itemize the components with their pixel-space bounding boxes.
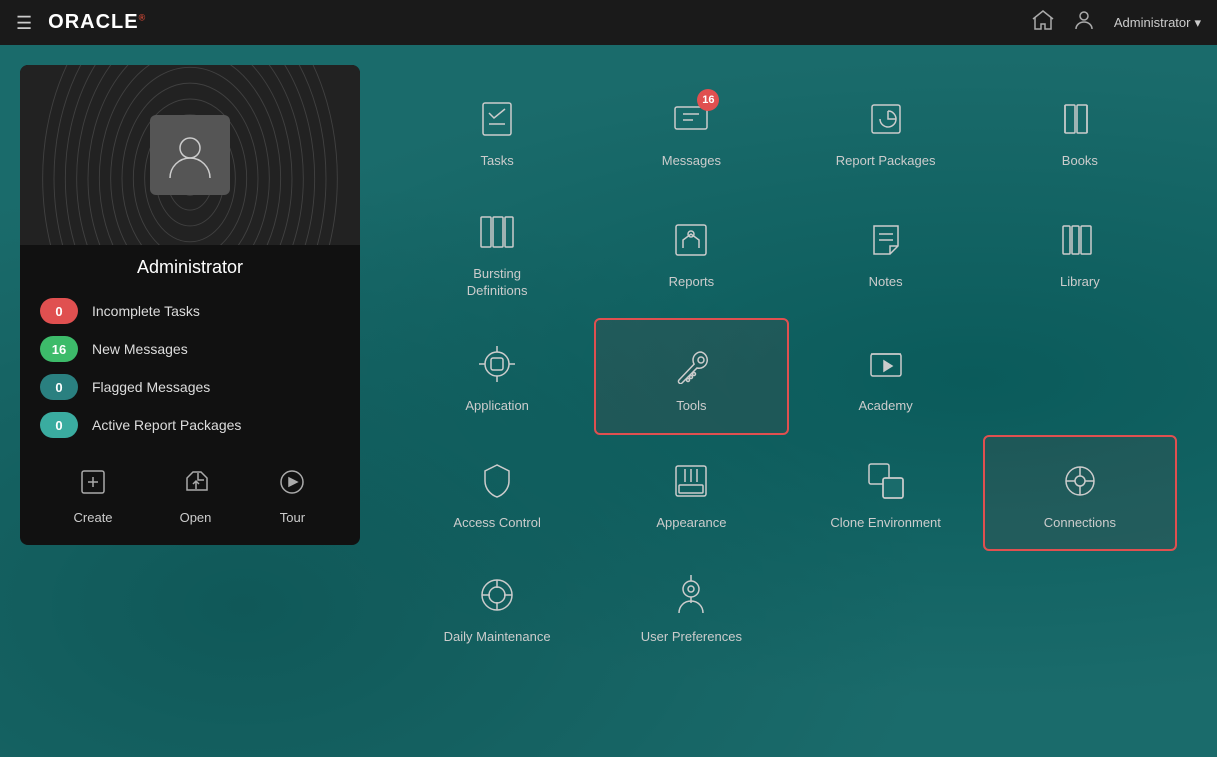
library-label: Library xyxy=(1060,274,1100,291)
grid-item-access-control[interactable]: Access Control xyxy=(400,435,594,552)
active-report-packages-label: Active Report Packages xyxy=(92,417,241,433)
books-icon xyxy=(1054,93,1106,145)
grid-item-messages[interactable]: 16 Messages xyxy=(594,75,788,188)
daily-maintenance-label: Daily Maintenance xyxy=(444,629,551,646)
new-messages-badge: 16 xyxy=(40,336,78,362)
create-button[interactable]: Create xyxy=(74,468,113,525)
grid-item-connections[interactable]: Connections xyxy=(983,435,1177,552)
main-content: Administrator 0 Incomplete Tasks 16 New … xyxy=(0,45,1217,757)
grid-item-clone-environment[interactable]: Clone Environment xyxy=(789,435,983,552)
grid-item-academy[interactable]: Academy xyxy=(789,318,983,435)
tasks-icon xyxy=(471,93,523,145)
tools-label: Tools xyxy=(676,398,706,415)
left-panel: Administrator 0 Incomplete Tasks 16 New … xyxy=(20,65,360,737)
grid-item-application[interactable]: Application xyxy=(400,318,594,435)
reports-icon xyxy=(665,214,717,266)
application-icon xyxy=(471,338,523,390)
connections-icon xyxy=(1054,455,1106,507)
grid-item-empty1 xyxy=(983,318,1177,435)
grid-item-reports[interactable]: Reports xyxy=(594,188,788,318)
notes-icon xyxy=(860,214,912,266)
tour-icon xyxy=(278,468,306,502)
flagged-messages-label: Flagged Messages xyxy=(92,379,210,395)
notes-label: Notes xyxy=(869,274,903,291)
admin-dropdown-button[interactable]: Administrator ▾ xyxy=(1114,15,1201,31)
incomplete-tasks-label: Incomplete Tasks xyxy=(92,303,200,319)
profile-banner xyxy=(20,65,360,245)
appearance-label: Appearance xyxy=(656,515,726,532)
grid-item-books[interactable]: Books xyxy=(983,75,1177,188)
appearance-icon xyxy=(665,455,717,507)
hamburger-icon[interactable]: ☰ xyxy=(16,14,32,32)
create-icon xyxy=(79,468,107,502)
navbar: ☰ ORACLE® Administrator ▾ xyxy=(0,0,1217,45)
grid-item-tools[interactable]: Tools xyxy=(594,318,788,435)
tour-label: Tour xyxy=(280,510,305,525)
stat-row-flagged-messages: 0 Flagged Messages xyxy=(40,374,340,400)
grid-item-report-packages[interactable]: Report Packages xyxy=(789,75,983,188)
incomplete-tasks-badge: 0 xyxy=(40,298,78,324)
oracle-logo: ORACLE® xyxy=(48,11,146,34)
user-settings-icon[interactable] xyxy=(1074,9,1094,36)
user-preferences-icon xyxy=(665,569,717,621)
tools-icon xyxy=(665,338,717,390)
report-packages-label: Report Packages xyxy=(836,153,936,170)
academy-label: Academy xyxy=(859,398,913,415)
home-icon[interactable] xyxy=(1032,10,1054,35)
navbar-right: Administrator ▾ xyxy=(1032,9,1201,36)
open-label: Open xyxy=(180,510,212,525)
right-panel: Tasks 16 Messages Report Packages xyxy=(380,65,1197,737)
admin-chevron-icon: ▾ xyxy=(1194,15,1201,31)
daily-maintenance-icon xyxy=(471,569,523,621)
flagged-messages-badge: 0 xyxy=(40,374,78,400)
create-label: Create xyxy=(74,510,113,525)
grid-item-daily-maintenance[interactable]: Daily Maintenance xyxy=(400,551,594,664)
stat-row-new-messages: 16 New Messages xyxy=(40,336,340,362)
stat-row-active-report-packages: 0 Active Report Packages xyxy=(40,412,340,438)
access-control-label: Access Control xyxy=(453,515,540,532)
academy-icon xyxy=(860,338,912,390)
grid-item-notes[interactable]: Notes xyxy=(789,188,983,318)
grid-item-bursting-definitions[interactable]: Bursting Definitions xyxy=(400,188,594,318)
open-icon xyxy=(182,468,210,502)
clone-environment-icon xyxy=(860,455,912,507)
report-packages-icon xyxy=(860,93,912,145)
profile-name: Administrator xyxy=(20,257,360,278)
profile-card: Administrator 0 Incomplete Tasks 16 New … xyxy=(20,65,360,545)
grid-item-appearance[interactable]: Appearance xyxy=(594,435,788,552)
navbar-left: ☰ ORACLE® xyxy=(16,11,146,34)
grid-item-tasks[interactable]: Tasks xyxy=(400,75,594,188)
user-preferences-label: User Preferences xyxy=(641,629,742,646)
bursting-definitions-label: Bursting Definitions xyxy=(467,266,528,300)
action-row: Create Open xyxy=(20,438,360,525)
grid-item-library[interactable]: Library xyxy=(983,188,1177,318)
access-control-icon xyxy=(471,455,523,507)
tasks-label: Tasks xyxy=(481,153,514,170)
new-messages-label: New Messages xyxy=(92,341,188,357)
admin-label: Administrator xyxy=(1114,15,1191,30)
bursting-definitions-icon xyxy=(471,206,523,258)
books-label: Books xyxy=(1062,153,1098,170)
open-button[interactable]: Open xyxy=(180,468,212,525)
clone-environment-label: Clone Environment xyxy=(830,515,941,532)
active-report-packages-badge: 0 xyxy=(40,412,78,438)
reports-label: Reports xyxy=(669,274,715,291)
library-icon xyxy=(1054,214,1106,266)
tour-button[interactable]: Tour xyxy=(278,468,306,525)
messages-label: Messages xyxy=(662,153,721,170)
avatar xyxy=(150,115,230,195)
connections-label: Connections xyxy=(1044,515,1116,532)
application-label: Application xyxy=(465,398,529,415)
grid-item-user-preferences[interactable]: User Preferences xyxy=(594,551,788,664)
stat-row-incomplete-tasks: 0 Incomplete Tasks xyxy=(40,298,340,324)
stats-section: 0 Incomplete Tasks 16 New Messages 0 Fla… xyxy=(20,278,360,438)
icons-grid: Tasks 16 Messages Report Packages xyxy=(380,65,1197,674)
